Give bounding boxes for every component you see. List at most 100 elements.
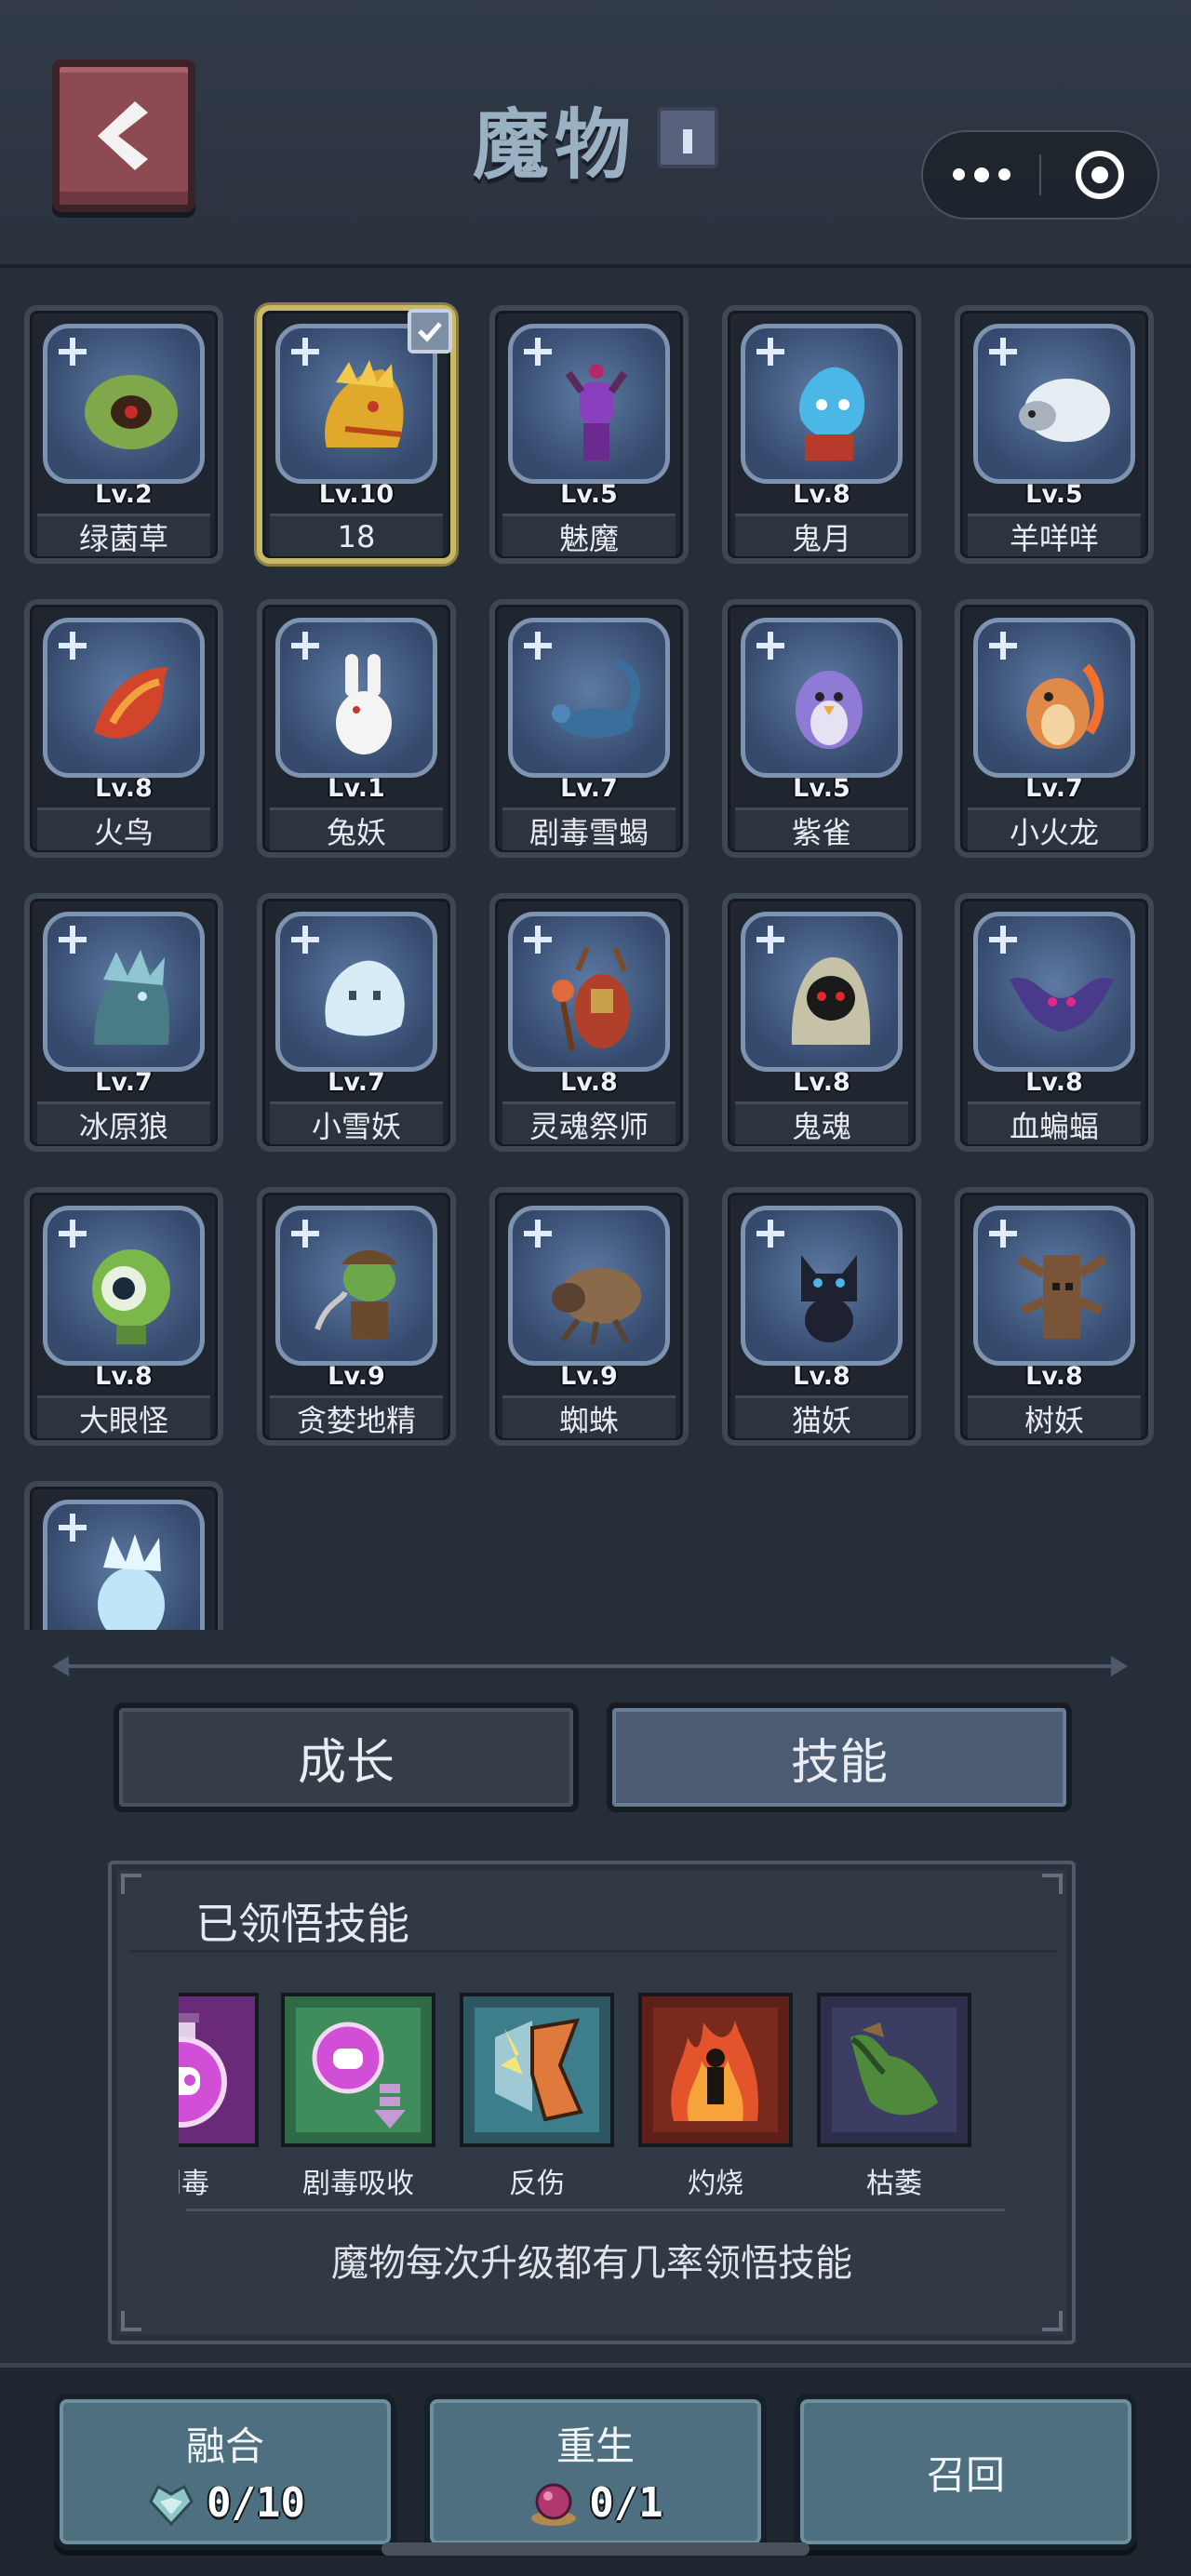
info-button[interactable] bbox=[657, 107, 718, 168]
monster-portrait bbox=[43, 324, 205, 484]
monster-portrait bbox=[741, 1206, 903, 1366]
skill-item[interactable]: 灼烧 bbox=[638, 1993, 802, 2201]
skill-item[interactable]: 剧毒 bbox=[179, 1993, 268, 2201]
monster-card[interactable]: Lv.5 魅魔 bbox=[489, 305, 689, 564]
monster-level: Lv.5 bbox=[560, 480, 618, 509]
monster-name: 小火龙 bbox=[968, 808, 1141, 850]
recall-label: 召回 bbox=[926, 2451, 1005, 2498]
monster-card[interactable]: Lv.1 兔妖 bbox=[257, 599, 456, 858]
monster-card[interactable]: Lv.7 剧毒雪蝎 bbox=[489, 599, 689, 858]
monster-portrait bbox=[275, 912, 437, 1072]
monster-card[interactable]: Lv.5 羊咩咩 bbox=[955, 305, 1154, 564]
monster-card[interactable]: Lv.8 血蝙蝠 bbox=[955, 893, 1154, 1152]
skill-item[interactable]: 枯萎 bbox=[817, 1993, 981, 2201]
tab-growth[interactable]: 成长 bbox=[114, 1702, 579, 1812]
monster-level: Lv.8 bbox=[95, 1362, 153, 1391]
fuse-button[interactable]: 融合 0/10 bbox=[54, 2394, 396, 2550]
monster-card[interactable]: Lv.10 18 bbox=[257, 305, 456, 564]
monster-level: Lv.5 bbox=[793, 774, 850, 803]
panel-title: 已领悟技能 bbox=[195, 1899, 409, 1949]
monster-name: 剧毒雪蝎 bbox=[502, 808, 676, 850]
monster-portrait bbox=[508, 618, 670, 778]
monster-name: 火鸟 bbox=[37, 808, 210, 850]
reborn-label: 重生 bbox=[555, 2423, 635, 2469]
monster-level: Lv.7 bbox=[95, 1068, 153, 1097]
monster-card[interactable]: Lv.8 大眼怪 bbox=[24, 1187, 223, 1446]
skill-item[interactable]: 反伤 bbox=[460, 1993, 623, 2201]
monster-portrait bbox=[741, 324, 903, 484]
monster-name: 血蝙蝠 bbox=[968, 1101, 1141, 1144]
monster-card[interactable]: Lv.9 蜘蛛 bbox=[489, 1187, 689, 1446]
fire-bird-icon bbox=[94, 667, 168, 739]
monster-card[interactable]: Lv.5 紫雀 bbox=[722, 599, 921, 858]
fuse-label: 融合 bbox=[185, 2423, 264, 2469]
monster-portrait bbox=[508, 912, 670, 1072]
skill-label: 反伤 bbox=[509, 2168, 565, 2200]
skill-label: 枯萎 bbox=[866, 2168, 922, 2200]
top-header: 魔物 bbox=[0, 0, 1191, 268]
recall-button[interactable]: 召回 bbox=[795, 2394, 1137, 2550]
ice-wolf-icon bbox=[94, 950, 169, 1045]
monster-name: 鬼月 bbox=[735, 514, 908, 556]
succubus-icon bbox=[565, 364, 628, 460]
ice-golem-icon bbox=[98, 1534, 165, 1630]
crystal-heart-icon bbox=[149, 2484, 194, 2526]
more-menu-button[interactable] bbox=[923, 167, 1039, 182]
skill-item[interactable]: 剧毒吸收 bbox=[281, 1993, 445, 2201]
monster-portrait bbox=[43, 912, 205, 1072]
green-fungus-icon bbox=[85, 375, 178, 449]
burn-icon bbox=[653, 2008, 778, 2132]
monster-card[interactable]: Lv.9 贪婪地精 bbox=[257, 1187, 456, 1446]
purple-bird-icon bbox=[796, 671, 863, 749]
golden-dragon-icon bbox=[325, 360, 404, 447]
miniprogram-capsule bbox=[921, 130, 1159, 220]
monster-level: Lv.8 bbox=[560, 1068, 618, 1097]
monster-name: 魅魔 bbox=[502, 514, 676, 556]
monster-card[interactable]: Lv.7 小雪妖 bbox=[257, 893, 456, 1152]
monster-grid: Lv.2 绿菌草 Lv.10 18 Lv.5 魅魔 Lv.8 鬼月 Lv.5 羊咩咩 Lv.8 火鸟 L… bbox=[0, 272, 1191, 1630]
poison-potion-icon bbox=[179, 2013, 227, 2128]
monster-portrait bbox=[973, 618, 1135, 778]
monster-portrait bbox=[275, 618, 437, 778]
arrow-right-icon bbox=[1111, 1656, 1128, 1676]
skill-label: 灼烧 bbox=[688, 2168, 743, 2200]
monster-card[interactable] bbox=[24, 1481, 223, 1630]
monster-card[interactable]: Lv.8 树妖 bbox=[955, 1187, 1154, 1446]
skill-label: 剧毒 bbox=[179, 2168, 209, 2200]
monster-card[interactable]: Lv.8 灵魂祭师 bbox=[489, 893, 689, 1152]
monster-level: Lv.8 bbox=[1025, 1068, 1083, 1097]
monster-card[interactable]: Lv.7 冰原狼 bbox=[24, 893, 223, 1152]
monster-name: 羊咩咩 bbox=[968, 514, 1141, 556]
monster-name: 冰原狼 bbox=[37, 1101, 210, 1144]
monster-name: 猫妖 bbox=[735, 1395, 908, 1438]
scorpion-icon bbox=[552, 659, 641, 738]
monster-name: 兔妖 bbox=[270, 808, 443, 850]
monster-level: Lv.2 bbox=[95, 480, 153, 509]
arrow-left-icon bbox=[52, 1656, 69, 1676]
monster-name: 蜘蛛 bbox=[502, 1395, 676, 1438]
fire-dragon-icon bbox=[1026, 663, 1104, 749]
monster-level: Lv.1 bbox=[328, 774, 385, 803]
monster-level: Lv.8 bbox=[95, 774, 153, 803]
monster-card[interactable]: Lv.8 鬼魂 bbox=[722, 893, 921, 1152]
snow-ghost-icon bbox=[325, 960, 405, 1036]
monster-card[interactable]: Lv.2 绿菌草 bbox=[24, 305, 223, 564]
goblin-icon bbox=[314, 1250, 397, 1339]
skills-list: 剧毒 剧毒吸收 bbox=[179, 1993, 1012, 2235]
spider-icon bbox=[552, 1268, 641, 1345]
monster-card[interactable]: Lv.8 火鸟 bbox=[24, 599, 223, 858]
sheep-icon bbox=[1019, 379, 1110, 442]
monster-name: 鬼魂 bbox=[735, 1101, 908, 1144]
monster-level: Lv.9 bbox=[328, 1362, 385, 1391]
monster-level: Lv.7 bbox=[328, 1068, 385, 1097]
monster-card[interactable]: Lv.8 猫妖 bbox=[722, 1187, 921, 1446]
monster-portrait bbox=[741, 912, 903, 1072]
close-miniprogram-button[interactable] bbox=[1041, 151, 1158, 199]
monster-card[interactable]: Lv.8 鬼月 bbox=[722, 305, 921, 564]
monster-name: 大眼怪 bbox=[37, 1395, 210, 1438]
reborn-button[interactable]: 重生 0/1 bbox=[424, 2394, 767, 2550]
monster-card[interactable]: Lv.7 小火龙 bbox=[955, 599, 1154, 858]
monster-portrait bbox=[973, 912, 1135, 1072]
tab-skills[interactable]: 技能 bbox=[607, 1702, 1072, 1812]
home-indicator bbox=[381, 2543, 810, 2556]
